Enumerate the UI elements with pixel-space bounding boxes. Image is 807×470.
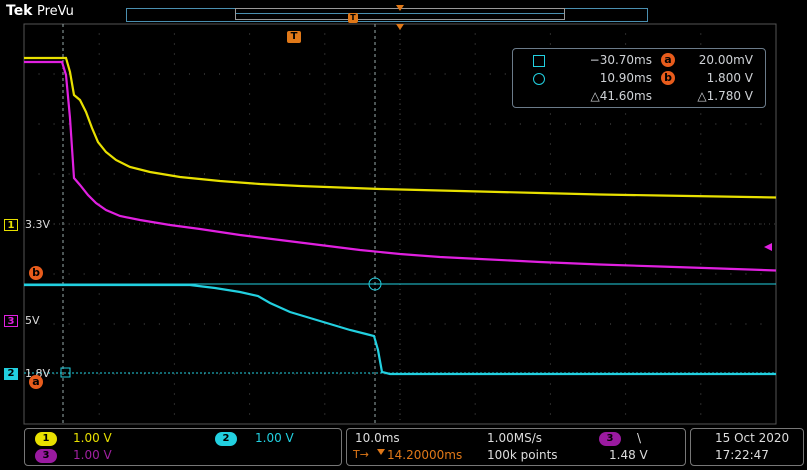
ch3-level-label: 5V	[25, 314, 40, 327]
trigger-position-icon: T→	[353, 448, 369, 461]
cursor-readout-row-delta: △41.60ms △1.780 V	[513, 89, 765, 107]
ch3-scale[interactable]: 1.00 V	[73, 448, 112, 462]
time-label: 17:22:47	[715, 448, 769, 462]
ch1-ground-marker[interactable]: 1	[4, 219, 18, 231]
datetime-panel: 15 Oct 2020 17:22:47	[690, 428, 804, 466]
trigger-position-marker[interactable]: T	[287, 31, 301, 43]
trigger-position-value[interactable]: 14.20000ms	[387, 448, 462, 462]
cursor-b-time: 10.90ms	[599, 71, 652, 85]
trigger-slope-icon[interactable]: \	[637, 431, 641, 445]
cursor-readout-row-a: −30.70ms a 20.00mV	[513, 53, 765, 71]
ch3-badge[interactable]: 3	[35, 449, 57, 463]
cursor-a-label[interactable]: a	[29, 375, 43, 389]
cursor-b-label[interactable]: b	[29, 266, 43, 280]
sample-rate: 1.00MS/s	[487, 431, 542, 445]
channel-scale-panel[interactable]: 1 1.00 V 2 1.00 V 3 1.00 V	[24, 428, 342, 466]
delta-voltage: △1.780 V	[697, 89, 753, 103]
square-cursor-icon	[533, 55, 545, 67]
cursor-a-voltage: 20.00mV	[698, 53, 753, 67]
cursor-a-time: −30.70ms	[589, 53, 652, 67]
ch1-level-label: 3.3V	[25, 218, 51, 231]
cursor-readout-panel: −30.70ms a 20.00mV 10.90ms b 1.800 V △41…	[512, 48, 766, 108]
cursor-b-voltage: 1.800 V	[706, 71, 753, 85]
ch2-badge[interactable]: 2	[215, 432, 237, 446]
status-bar: 1 1.00 V 2 1.00 V 3 1.00 V 10.0ms 1.00MS…	[0, 426, 807, 470]
circle-cursor-icon	[533, 73, 545, 85]
cursor-a-badge: a	[661, 53, 675, 67]
date-label: 15 Oct 2020	[715, 431, 790, 445]
record-length: 100k points	[487, 448, 558, 462]
ch2-ground-marker[interactable]: 2	[4, 368, 18, 380]
cursor-readout-row-b: 10.90ms b 1.800 V	[513, 71, 765, 89]
cursor-b-badge: b	[661, 71, 675, 85]
delta-time: △41.60ms	[590, 89, 652, 103]
trigger-level[interactable]: 1.48 V	[609, 448, 648, 462]
timebase-value[interactable]: 10.0ms	[355, 431, 400, 445]
ch1-badge[interactable]: 1	[35, 432, 57, 446]
trigger-source-badge[interactable]: 3	[599, 432, 621, 446]
ch3-ground-marker[interactable]: 3	[4, 315, 18, 327]
timebase-panel[interactable]: 10.0ms 1.00MS/s 3 \ T→ 14.20000ms 100k p…	[346, 428, 686, 466]
ch1-scale[interactable]: 1.00 V	[73, 431, 112, 445]
ch2-scale[interactable]: 1.00 V	[255, 431, 294, 445]
trigger-delay-arrow-icon	[377, 449, 385, 455]
